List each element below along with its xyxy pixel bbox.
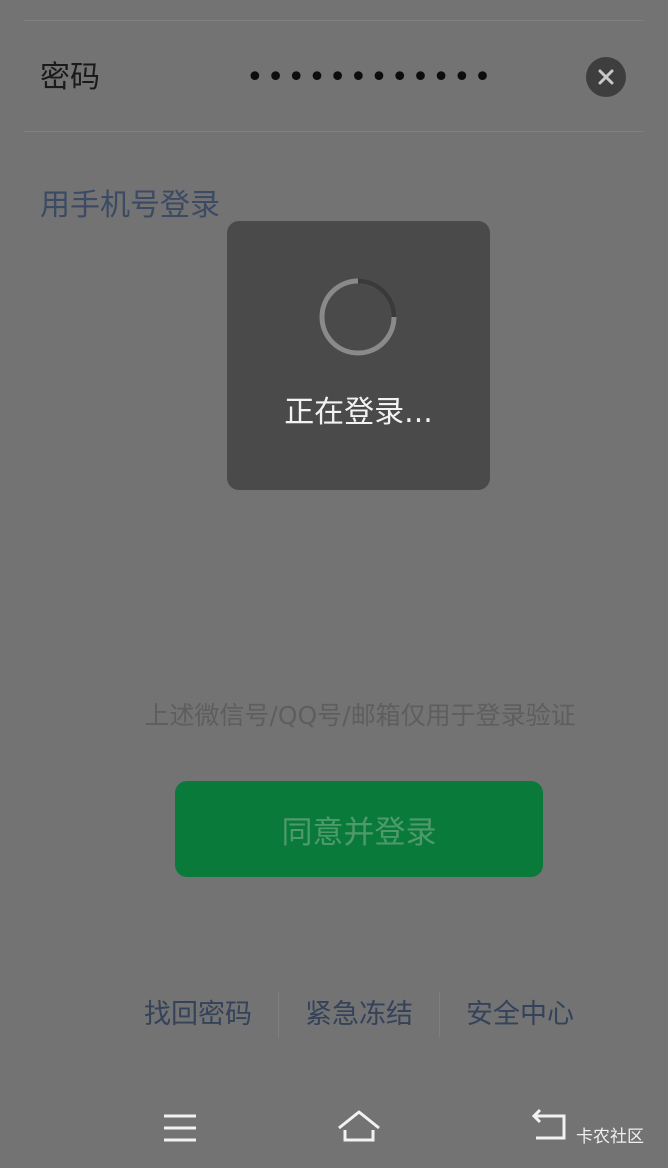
bottom-links: 找回密码 紧急冻结 安全中心: [118, 990, 600, 1040]
emergency-freeze-link[interactable]: 紧急冻结: [279, 990, 439, 1040]
back-icon[interactable]: [526, 1106, 574, 1150]
recover-password-link[interactable]: 找回密码: [118, 990, 278, 1040]
password-input[interactable]: ••••••••••••: [246, 56, 494, 100]
password-label: 密码: [40, 60, 100, 95]
security-center-link[interactable]: 安全中心: [440, 990, 600, 1040]
password-divider: [24, 131, 644, 132]
top-divider: [24, 20, 644, 21]
clear-icon: [598, 69, 614, 85]
watermark-text: 卡农社区: [576, 1127, 644, 1147]
menu-icon[interactable]: [156, 1106, 204, 1150]
home-icon[interactable]: [335, 1106, 383, 1150]
loading-text: 正在登录...: [284, 395, 433, 430]
login-notice: 上述微信号/QQ号/邮箱仅用于登录验证: [144, 701, 576, 730]
agree-and-login-button[interactable]: 同意并登录: [175, 781, 543, 877]
loading-dialog: 正在登录...: [227, 221, 490, 490]
clear-password-button[interactable]: [586, 57, 626, 97]
phone-login-link[interactable]: 用手机号登录: [40, 184, 220, 228]
loading-spinner-icon: [319, 278, 397, 356]
